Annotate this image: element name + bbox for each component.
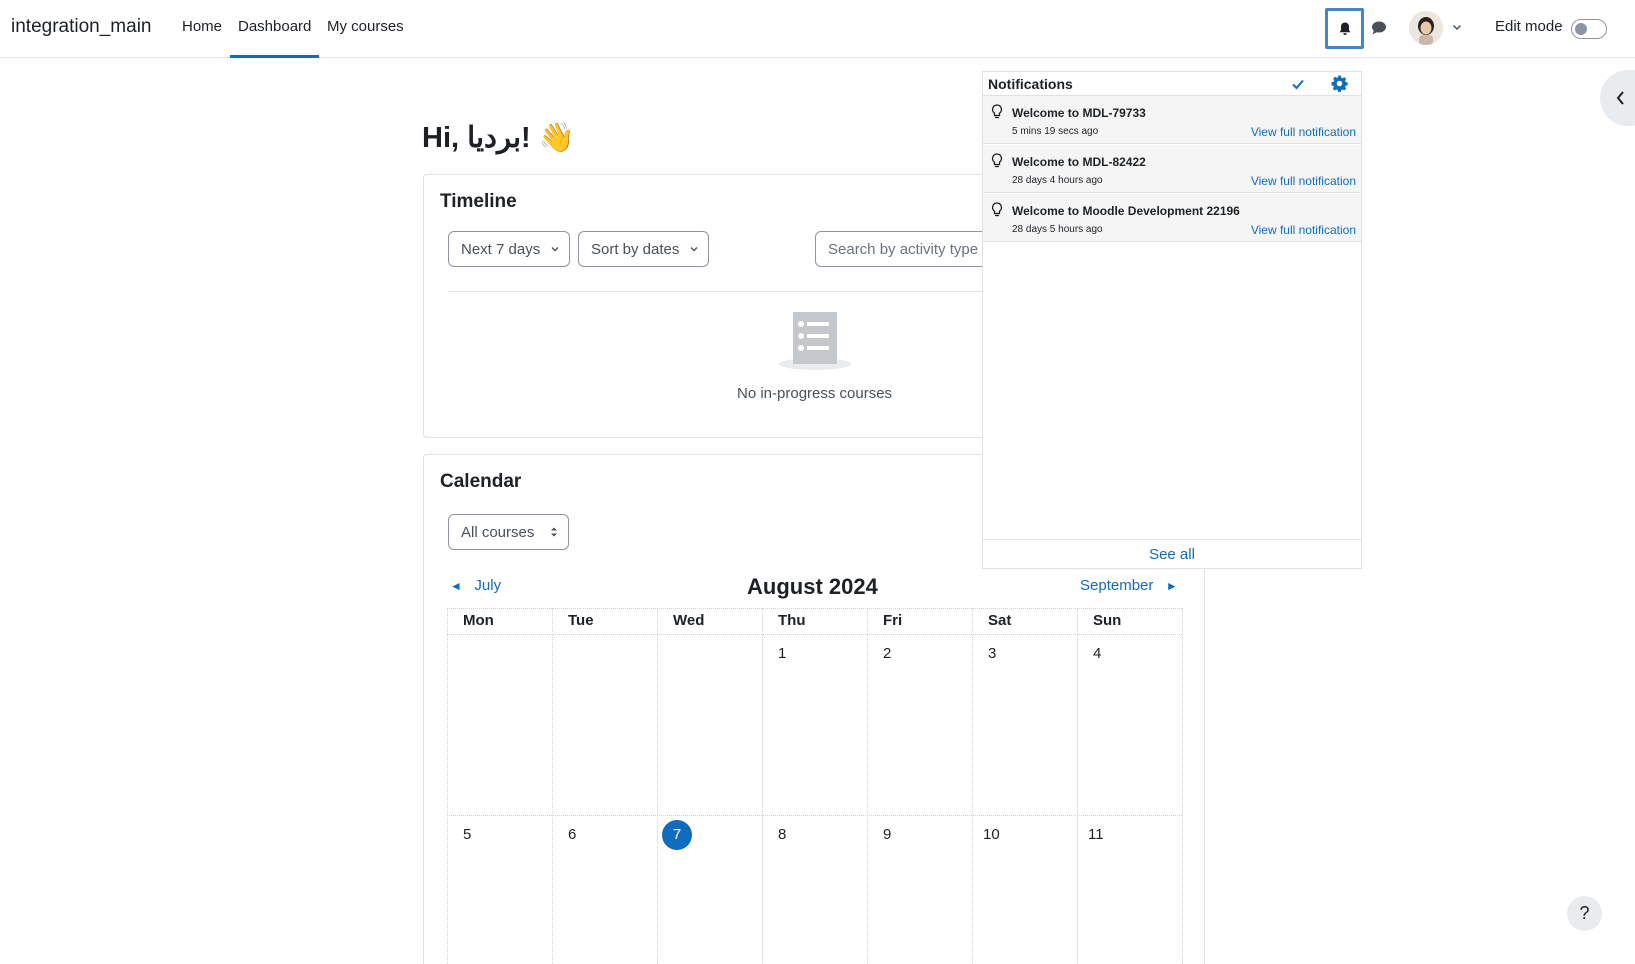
calendar-title: Calendar [440,471,522,492]
notification-title: Welcome to MDL-79733 [1012,106,1146,120]
calendar-day[interactable]: 5 [463,826,471,843]
prev-arrow-icon: ◄ [450,579,462,593]
timeline-empty-text: No in-progress courses [737,385,893,402]
lightbulb-icon [991,104,1003,119]
weekday-fri: Fri [883,612,903,629]
notifications-title: Notifications [988,76,1073,92]
nav-my-courses[interactable]: My courses [327,18,404,35]
calendar-day[interactable]: 6 [568,826,576,843]
calendar-day[interactable]: 9 [883,826,891,843]
nav-home[interactable]: Home [182,18,222,35]
calendar-course-select-label: All courses [461,524,535,541]
timeline-filter-dropdown[interactable]: Next 7 days [448,231,570,267]
timeline-sort-dropdown[interactable]: Sort by dates [578,231,709,267]
chevron-down-icon[interactable] [1450,20,1464,34]
next-month-label: September [1080,577,1154,594]
cal-grid-line [447,815,1182,816]
timeline-sort-label: Sort by dates [591,241,680,258]
view-full-notification-link[interactable]: View full notification [1251,174,1356,188]
prev-month-label: July [474,577,502,594]
calendar-today[interactable]: 7 [662,820,692,850]
view-full-notification-link[interactable]: View full notification [1251,223,1356,237]
page-greeting: Hi, برديا! 👋 [422,122,575,154]
notification-time: 28 days 5 hours ago [1012,224,1103,235]
next-arrow-icon: ► [1165,579,1178,593]
cal-grid-line [972,608,973,964]
weekday-tue: Tue [568,612,594,629]
timeline-divider [448,291,983,292]
notification-time: 28 days 4 hours ago [1012,175,1103,186]
toggle-knob [1575,23,1587,35]
calendar-day[interactable]: 4 [1093,645,1101,662]
cal-grid-line [552,608,553,964]
nav-dashboard[interactable]: Dashboard [238,18,311,35]
timeline-filter-label: Next 7 days [461,241,541,258]
weekday-wed: Wed [673,612,705,629]
notifications-button[interactable] [1325,8,1364,49]
chat-icon[interactable] [1369,18,1389,38]
edit-mode-toggle[interactable] [1571,19,1607,39]
open-block-drawer-button[interactable] [1600,70,1635,126]
chevron-down-icon [551,247,559,252]
avatar[interactable] [1409,11,1443,45]
cal-grid-line [762,608,763,964]
notifications-header: Notifications [983,72,1361,96]
notification-title: Welcome to Moodle Development 22196 [1012,204,1240,218]
cal-grid-line [447,634,1182,635]
notification-item[interactable]: Welcome to Moodle Development 22196 28 d… [983,194,1361,242]
navbar: integration_main Home Dashboard My cours… [0,0,1635,58]
help-button[interactable]: ? [1567,896,1602,931]
active-nav-indicator [230,55,319,58]
list-icon [779,312,851,370]
cal-grid-line [1182,608,1183,964]
cal-grid-line [1077,608,1078,964]
notification-item[interactable]: Welcome to MDL-82422 28 days 4 hours ago… [983,145,1361,193]
edit-mode-label: Edit mode [1495,18,1563,35]
calendar-day[interactable]: 10 [983,826,1000,843]
calendar-day[interactable]: 2 [883,645,891,662]
prev-month-link[interactable]: ◄ July [450,577,501,594]
lightbulb-icon [991,202,1003,217]
timeline-search-input[interactable]: Search by activity type or name [815,231,1005,267]
cal-grid-line [657,608,658,964]
weekday-thu: Thu [778,612,806,629]
notification-time: 5 mins 19 secs ago [1012,126,1099,137]
weekday-mon: Mon [463,612,494,629]
chevron-left-icon [1616,91,1624,105]
chevron-down-icon [690,247,698,252]
calendar-day[interactable]: 8 [778,826,786,843]
next-month-link[interactable]: September ► [1080,577,1178,594]
cal-grid-line [867,608,868,964]
lightbulb-icon [991,153,1003,168]
bell-icon [1339,22,1350,35]
calendar-month-title: August 2024 [747,574,878,599]
view-full-notification-link[interactable]: View full notification [1251,125,1356,139]
notification-item[interactable]: Welcome to MDL-79733 5 mins 19 secs ago … [983,96,1361,144]
weekday-sat: Sat [988,612,1012,629]
sort-icon [551,527,557,537]
calendar-course-select[interactable]: All courses [448,514,569,550]
cal-grid-line [447,608,1182,609]
calendar-day[interactable]: 1 [778,645,786,662]
cal-grid-line [447,608,448,964]
site-brand[interactable]: integration_main [11,16,151,38]
notifications-popover: Notifications Welcome to MDL-79733 5 min… [982,71,1362,569]
gear-icon[interactable] [1331,75,1348,92]
weekday-sun: Sun [1093,612,1122,629]
timeline-title: Timeline [440,191,517,212]
notification-title: Welcome to MDL-82422 [1012,155,1146,169]
see-all-notifications-link[interactable]: See all [983,539,1361,568]
calendar-day[interactable]: 3 [988,645,996,662]
check-icon[interactable] [1290,76,1306,92]
calendar-day[interactable]: 11 [1088,826,1104,843]
